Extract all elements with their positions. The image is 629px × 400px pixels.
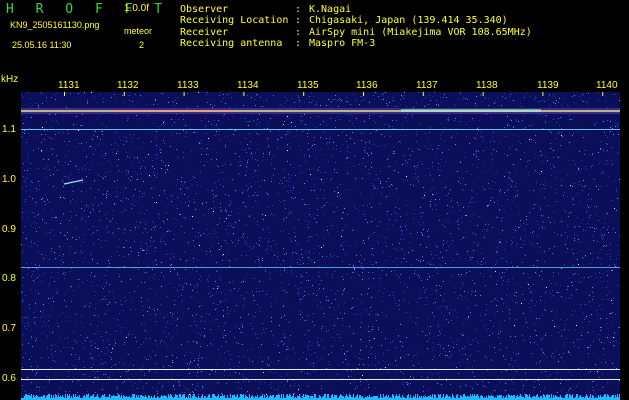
x-tick-label: 1140 [596, 80, 618, 91]
version-label: 1.0.0f [124, 3, 150, 14]
y-tick-label: 1.0 [2, 174, 16, 185]
filename-label: KN9_2505161130.png [10, 20, 100, 30]
bottom-noise-strip [21, 394, 620, 400]
y-tick-label: 0.7 [2, 323, 16, 334]
x-tick-marks [64, 92, 604, 96]
info-colon: : [295, 38, 302, 49]
reference-line [21, 379, 620, 380]
y-tick-label: 0.6 [2, 373, 16, 384]
x-tick-label: 1136 [356, 80, 378, 91]
reference-line [21, 369, 620, 370]
x-tick-label: 1134 [237, 80, 259, 91]
carrier-band-hot-segment [401, 109, 541, 112]
mode-label: meteor [124, 26, 153, 36]
noise-field [21, 92, 620, 400]
info-colon: : [295, 27, 302, 38]
y-tick-label: 0.8 [2, 273, 16, 284]
timestamp-label: 25.05.16 11:30 [12, 40, 72, 50]
y-tick-label: 1.1 [2, 124, 16, 135]
x-tick-label: 1139 [537, 80, 559, 91]
x-tick-label: 1138 [476, 80, 498, 91]
x-tick-label: 1135 [297, 80, 319, 91]
meteor-echo [63, 179, 84, 185]
x-tick-label: 1133 [177, 80, 199, 91]
y-axis-unit: kHz [1, 74, 19, 85]
info-value-antenna: Maspro FM-3 [309, 38, 376, 49]
info-label-observer: Observer [180, 4, 229, 15]
info-colon: : [295, 15, 302, 26]
y-tick-label: 0.9 [2, 224, 16, 235]
info-value-observer: K.Nagai [309, 4, 352, 15]
trace-0.82 [21, 267, 620, 268]
hrofft-screen: H R O F F T 1.0.0f KN9_2505161130.png me… [0, 0, 629, 400]
secondary-trace [21, 129, 620, 130]
info-colon: : [295, 4, 302, 15]
spectrogram-image [21, 92, 620, 400]
info-value-location: Chigasaki, Japan (139.414 35.340) [309, 15, 508, 26]
info-label-antenna: Receiving antenna [180, 38, 283, 49]
spectrogram [21, 92, 620, 400]
x-tick-label: 1132 [117, 80, 139, 91]
info-label-receiver: Receiver [180, 27, 229, 38]
x-tick-label: 1131 [58, 80, 80, 91]
count-label: 2 [139, 40, 145, 50]
info-label-location: Receiving Location [180, 15, 289, 26]
x-tick-label: 1137 [416, 80, 438, 91]
carrier-band-hot-segment [111, 110, 231, 112]
info-value-receiver: AirSpy mini (Miakejima VOR 108.65MHz) [309, 27, 532, 38]
